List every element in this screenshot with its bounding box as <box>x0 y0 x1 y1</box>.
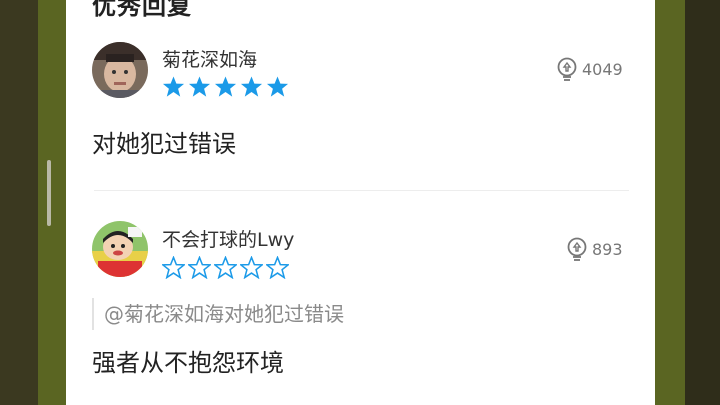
like-button[interactable]: 4049 <box>556 57 623 81</box>
avatar-cartoon <box>92 221 148 277</box>
comment-username[interactable]: 菊花深如海 <box>162 45 257 72</box>
frame-right <box>655 0 685 405</box>
comment-text: 强者从不抱怨环境 <box>92 349 284 377</box>
background-right <box>685 0 720 405</box>
filled-star-icon <box>266 76 289 97</box>
like-count: 4049 <box>582 59 623 79</box>
outline-star-icon <box>214 256 237 279</box>
filled-star-icon <box>162 76 185 97</box>
divider <box>94 190 629 191</box>
outline-star-icon <box>266 256 289 279</box>
section-title: 优秀回复 <box>92 0 192 20</box>
frame-left <box>38 0 66 405</box>
avatar[interactable] <box>92 221 148 277</box>
avatar[interactable] <box>92 42 148 98</box>
avatar-photo <box>92 42 148 98</box>
outline-star-icon <box>162 256 185 279</box>
scrollbar-thumb[interactable] <box>47 160 51 226</box>
filled-star-icon <box>188 76 211 97</box>
background-left <box>0 0 38 405</box>
comments-panel: 优秀回复 菊花深如海 4049 对她犯过错误 不会打球的Lwy 893 @菊花深… <box>66 0 655 405</box>
comment-text: 对她犯过错误 <box>92 130 236 158</box>
comment-username[interactable]: 不会打球的Lwy <box>162 225 294 252</box>
outline-star-icon <box>240 256 263 279</box>
quoted-reply[interactable]: @菊花深如海对她犯过错误 <box>92 298 644 330</box>
outline-star-icon <box>188 256 211 279</box>
lightbulb-like-icon <box>557 57 577 81</box>
filled-star-icon <box>240 76 263 97</box>
rating-stars <box>162 256 289 279</box>
like-count: 893 <box>592 239 623 259</box>
like-button[interactable]: 893 <box>566 237 623 261</box>
lightbulb-like-icon <box>567 237 587 261</box>
rating-stars <box>162 75 289 98</box>
filled-star-icon <box>214 76 237 97</box>
